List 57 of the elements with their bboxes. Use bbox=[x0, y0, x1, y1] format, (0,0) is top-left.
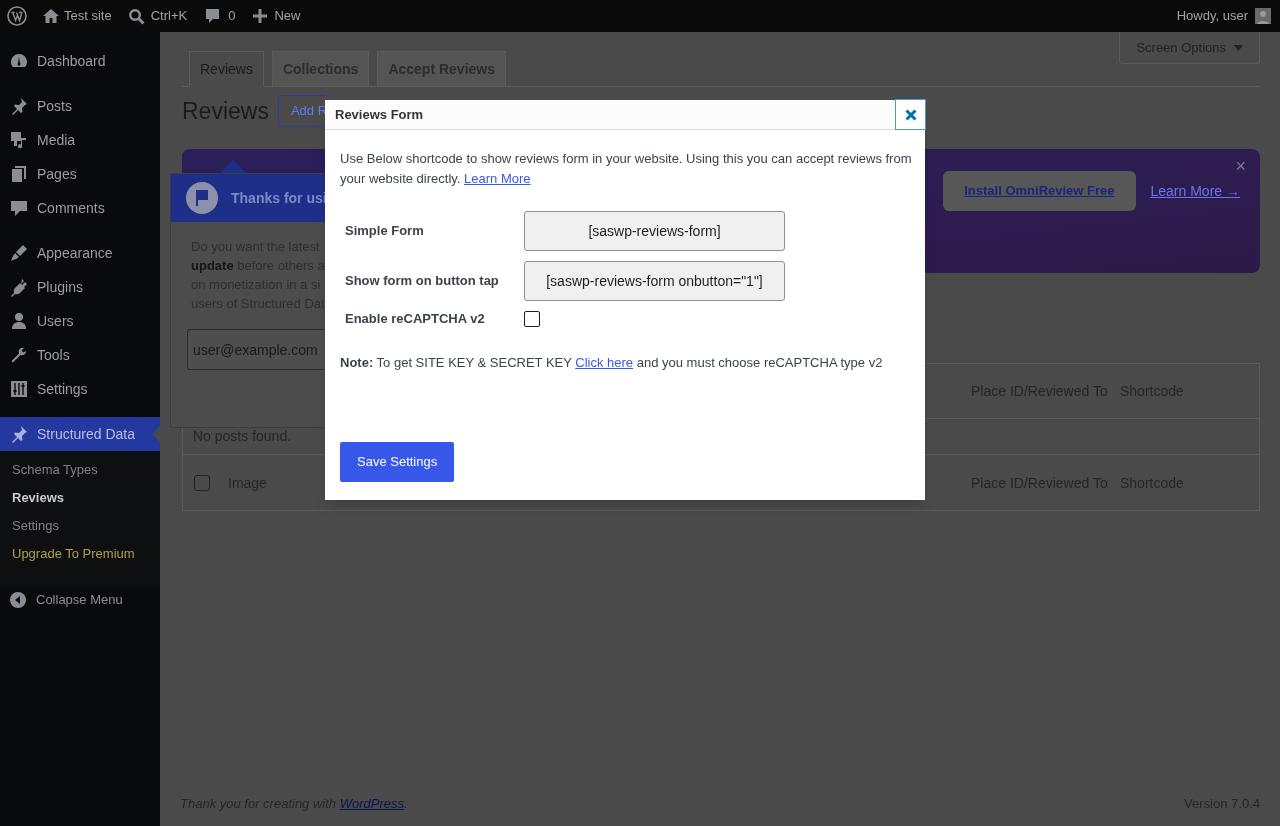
media-icon bbox=[9, 130, 29, 150]
field-label: Enable reCAPTCHA v2 bbox=[344, 310, 486, 329]
sidebar-item[interactable]: Users bbox=[0, 304, 160, 338]
current-item-pointer bbox=[152, 426, 160, 442]
plug-icon bbox=[9, 277, 29, 297]
recaptcha-checkbox[interactable] bbox=[524, 311, 540, 327]
wordpress-logo-icon[interactable] bbox=[7, 6, 27, 26]
avatar-icon bbox=[1255, 8, 1271, 24]
plus-icon bbox=[252, 8, 269, 24]
sidebar-item[interactable]: Pages bbox=[0, 157, 160, 191]
brush-icon bbox=[9, 243, 29, 263]
submenu-item[interactable]: Schema Types bbox=[0, 456, 160, 484]
click-here-link[interactable]: Click here bbox=[575, 355, 634, 370]
modal-description: Use Below shortcode to show reviews form in your website. Using this you can accept reviews from your website directly. Learn More bbox=[340, 150, 913, 188]
flag-icon bbox=[186, 182, 218, 214]
sidebar-item[interactable]: Appearance bbox=[0, 236, 160, 270]
close-button[interactable]: × bbox=[1235, 157, 1246, 175]
learn-more-link[interactable]: Learn More → bbox=[1150, 180, 1240, 202]
home-icon bbox=[42, 8, 60, 24]
submenu-item[interactable]: Settings bbox=[0, 512, 160, 540]
comments-link[interactable]: 0 bbox=[204, 6, 236, 26]
user-icon bbox=[9, 311, 29, 331]
account-link[interactable]: Howdy, user bbox=[1176, 6, 1271, 26]
shortcode-field[interactable]: [saswp-reviews-form onbutton="1"] bbox=[524, 261, 785, 301]
sidebar-item[interactable]: Comments bbox=[0, 191, 160, 225]
comment-icon bbox=[9, 198, 29, 218]
sidebar-item[interactable]: Settings bbox=[0, 372, 160, 406]
sidebar-item[interactable]: Dashboard bbox=[0, 44, 160, 78]
caret-icon bbox=[1234, 44, 1243, 51]
modal-title: Reviews Form bbox=[335, 105, 424, 124]
close-button[interactable] bbox=[895, 99, 926, 130]
tooltip-title: Thanks for usi bbox=[231, 188, 325, 208]
sidebar-item[interactable]: Media bbox=[0, 123, 160, 157]
search-icon bbox=[127, 7, 145, 25]
collapse-menu-button[interactable]: Collapse Menu bbox=[0, 585, 160, 615]
save-settings-button[interactable]: Save Settings bbox=[340, 442, 455, 482]
sidebar-item[interactable]: Tools bbox=[0, 338, 160, 372]
submenu-item[interactable]: Upgrade To Premium bbox=[0, 540, 160, 568]
field-label: Show form on button tap bbox=[344, 272, 500, 291]
site-link[interactable]: Test site bbox=[42, 6, 112, 26]
submenu-item[interactable]: Reviews bbox=[0, 484, 160, 512]
shortcode-field[interactable]: [saswp-reviews-form] bbox=[524, 211, 785, 251]
wrench-icon bbox=[9, 345, 29, 365]
sidebar-item[interactable]: Plugins bbox=[0, 270, 160, 304]
search-link[interactable]: Ctrl+K bbox=[127, 6, 188, 26]
row-checkbox[interactable] bbox=[194, 474, 210, 491]
sidebar-item[interactable]: Structured Data bbox=[0, 417, 160, 451]
comment-icon bbox=[204, 8, 222, 24]
field-label: Simple Form bbox=[344, 222, 425, 241]
sidebar-item[interactable]: Posts bbox=[0, 89, 160, 123]
learn-more-link[interactable]: Learn More bbox=[464, 171, 531, 186]
note-text: Note: To get SITE KEY & SECRET KEY Click here and you must choose reCAPTCHA type v2 bbox=[340, 354, 884, 372]
pages-icon bbox=[9, 164, 29, 184]
collapse-icon bbox=[10, 592, 26, 608]
new-link[interactable]: New bbox=[252, 6, 301, 26]
sliders-icon bbox=[9, 379, 29, 399]
close-icon bbox=[904, 108, 917, 121]
